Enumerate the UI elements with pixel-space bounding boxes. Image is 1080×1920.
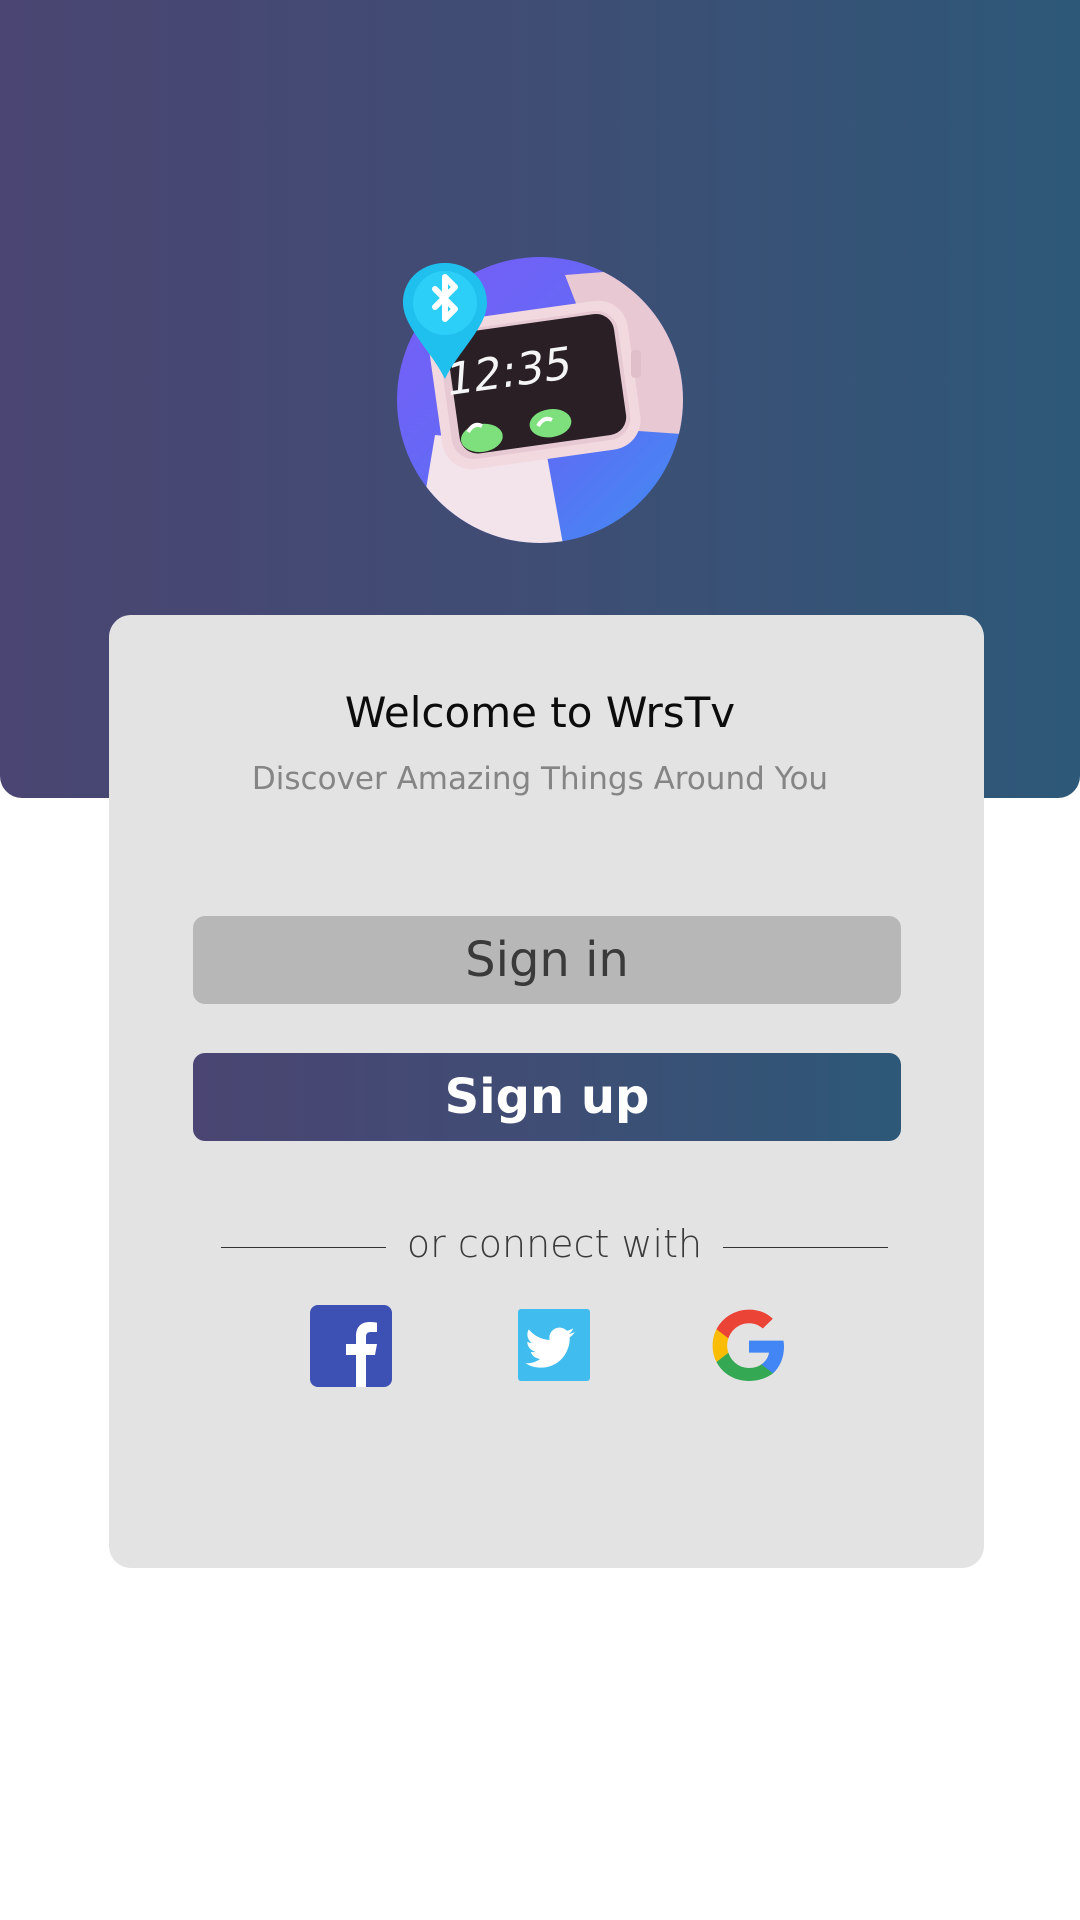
facebook-icon[interactable] bbox=[310, 1305, 392, 1387]
sign-in-label: Sign in bbox=[465, 932, 629, 988]
divider-right bbox=[723, 1247, 888, 1248]
welcome-subtitle: Discover Amazing Things Around You bbox=[251, 761, 829, 797]
sign-in-button[interactable]: Sign in bbox=[193, 916, 901, 1004]
welcome-title: Welcome to WrsTv bbox=[344, 688, 736, 737]
connect-with-text: or connect with bbox=[406, 1222, 703, 1266]
divider-left bbox=[221, 1247, 386, 1248]
twitter-icon[interactable] bbox=[515, 1305, 597, 1387]
sign-up-button[interactable]: Sign up bbox=[193, 1053, 901, 1141]
welcome-screen: 12:35 Welcome to WrsTv Discover Amazing … bbox=[0, 0, 1080, 1920]
smartwatch-logo: 12:35 bbox=[397, 257, 683, 543]
sign-up-label: Sign up bbox=[444, 1069, 650, 1125]
google-icon[interactable] bbox=[708, 1305, 790, 1387]
